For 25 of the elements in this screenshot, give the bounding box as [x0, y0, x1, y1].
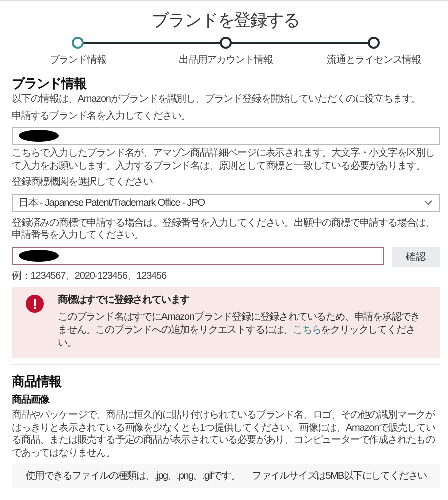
step-label: 出品用アカウント情報 [178, 54, 274, 67]
confirm-button[interactable]: 確認 [392, 246, 440, 266]
alert-title: 商標はすでに登録されています [58, 293, 191, 307]
section-heading: 商品情報 [12, 373, 63, 391]
field-label: 登録済みの商標で申請する場合は、登録番号を入力してください。出願中の商標で申請する場合は、申請番号を入力してください。 [12, 218, 436, 242]
subsection-heading: 商品画像 [12, 393, 51, 407]
image-requirements-text: 商品やパッケージで、商品に恒久的に貼り付けられているブランド名、ロゴ、その他の識別マークがはっきりと表示されている画像を少なくとも1つ提供してください。画像には、Amazonで販売している商品、または販売する予定の商品が表示されている必要があり、コンピューターで作成されたものであってはなりません。 [12, 410, 436, 460]
file-size-text: ファイルサイズは5MB以下にしてください [252, 470, 427, 483]
field-label: 登録商標機関を選択してください [12, 177, 154, 190]
alert-message: このブランド名はすでにAmazonブランド登録に登録されているため、申請を承認できません。このブランドへの追加をリクエストするには、こちらをクリックしてください。 [58, 311, 422, 350]
help-text: こちらで入力したブランド名が、アマゾン商品詳細ページに表示されます。大文字・小文字を区別して入力をお願いします。入力するブランド名は、原則として商標と一致している必要があります。 [12, 148, 436, 173]
example-text: 例：1234567、2020-123456、123456 [12, 270, 168, 283]
step-label: ブランド情報 [48, 54, 108, 67]
page-title: ブランドを登録する [151, 10, 301, 32]
brand-name-field[interactable] [12, 127, 440, 145]
intro-text: 以下の情報は、Amazonがブランドを識別し、ブランド登録を開始していただくのに役立ちます。 [12, 94, 422, 106]
field-label: 申請するブランド名を入力してください。 [12, 110, 192, 123]
trademark-number-field[interactable] [12, 246, 384, 264]
chevron-down-icon [424, 200, 433, 206]
section-heading: ブランド情報 [12, 75, 88, 93]
file-types-text: 使用できるファイルの種類は、.jpg、.png、.gifです。 [26, 470, 240, 483]
click-here-link[interactable]: こちら [293, 325, 322, 336]
office-dropdown[interactable]: 日本 - Japanese Patent/Trademark Office - JPO [12, 194, 440, 212]
error-icon [26, 295, 44, 313]
step-label: 流通とライセンス情報 [326, 54, 422, 67]
